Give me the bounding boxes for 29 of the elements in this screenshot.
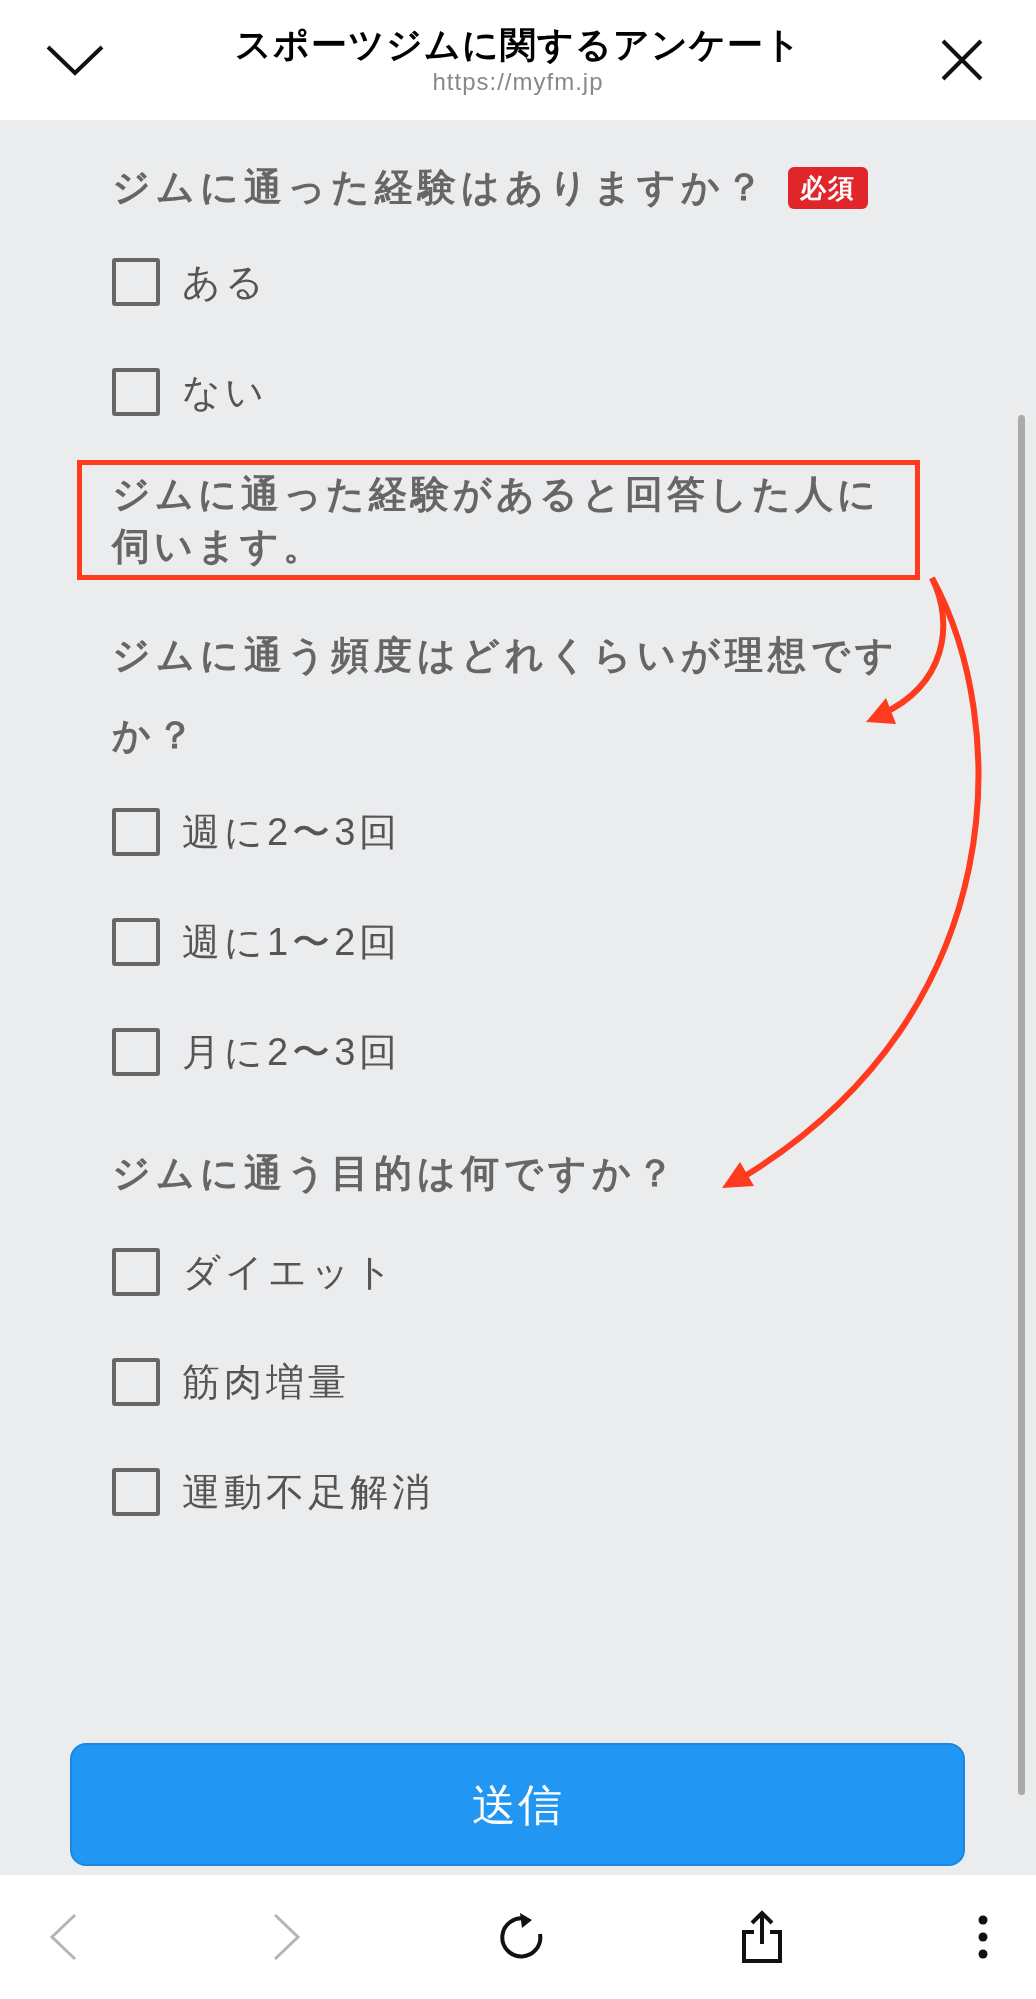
- option-label: ダイエット: [182, 1249, 397, 1295]
- page-url: https://myfm.jp: [432, 67, 604, 97]
- checkbox[interactable]: [112, 368, 160, 416]
- checkbox[interactable]: [112, 1358, 160, 1406]
- option-label: 筋肉増量: [182, 1359, 350, 1405]
- scrollbar[interactable]: [1018, 415, 1025, 1795]
- checkbox[interactable]: [112, 1468, 160, 1516]
- submit-button[interactable]: 送信: [70, 1743, 965, 1866]
- question-label: ジムに通った経験はありますか？: [112, 165, 768, 210]
- share-icon[interactable]: [740, 1910, 784, 1964]
- page-title: スポーツジムに関するアンケート: [234, 23, 802, 67]
- checkbox[interactable]: [112, 1028, 160, 1076]
- option-label: 月に2〜3回: [182, 1029, 402, 1075]
- option-label: ない: [182, 369, 268, 415]
- highlighted-note: ジムに通った経験があると回答した人に伺います。: [77, 460, 920, 580]
- checkbox[interactable]: [112, 1248, 160, 1296]
- checkbox[interactable]: [112, 808, 160, 856]
- close-icon[interactable]: [940, 38, 984, 82]
- more-icon[interactable]: [978, 1915, 988, 1959]
- checkbox[interactable]: [112, 258, 160, 306]
- question-label: ジムに通う頻度はどれくらいが理想ですか？: [112, 633, 900, 758]
- checkbox[interactable]: [112, 918, 160, 966]
- option-label: 週に2〜3回: [182, 809, 402, 855]
- option-label: 週に1〜2回: [182, 919, 402, 965]
- question-label: ジムに通う目的は何ですか？: [112, 1151, 680, 1196]
- option-label: ある: [182, 259, 268, 305]
- chevron-down-icon[interactable]: [45, 44, 105, 76]
- required-badge: 必須: [788, 167, 868, 209]
- option-label: 運動不足解消: [182, 1469, 434, 1515]
